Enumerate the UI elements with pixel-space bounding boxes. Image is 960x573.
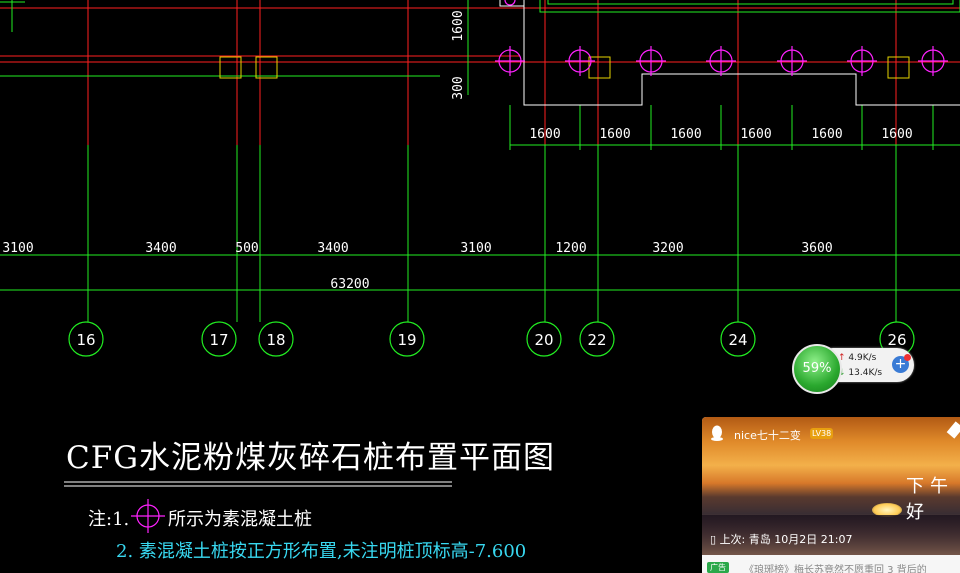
span-dim: 3600 bbox=[801, 241, 832, 256]
span-dim: 1200 bbox=[555, 241, 586, 256]
qq-penguin-icon bbox=[711, 425, 723, 441]
axis-bubbles bbox=[68, 321, 915, 357]
username: nice七十二变 bbox=[734, 429, 801, 442]
axis-label: 24 bbox=[728, 331, 747, 349]
title-underline bbox=[64, 481, 452, 487]
axis-label: 17 bbox=[209, 331, 228, 349]
top-dim-6: 1600 bbox=[881, 127, 912, 142]
greeting-text: 下午好 bbox=[906, 476, 954, 523]
span-dim: 3200 bbox=[652, 241, 683, 256]
note-1: 注:1. 所示为素混凝土桩 bbox=[88, 505, 312, 531]
phone-icon: ▯ bbox=[710, 533, 717, 546]
total-dim: 63200 bbox=[330, 277, 369, 292]
axis-label: 18 bbox=[266, 331, 285, 349]
square-piles bbox=[219, 56, 910, 79]
top-dim-3: 1600 bbox=[670, 127, 701, 142]
edit-pen-icon[interactable] bbox=[946, 421, 960, 439]
span-dim: 3100 bbox=[460, 241, 491, 256]
last-login-text: 上次: 青岛 10月2日 21:07 bbox=[719, 533, 853, 546]
upload-value: 4.9K/s bbox=[848, 353, 877, 363]
qq-login-popup[interactable]: nice七十二变 LV38 下午好 ▯ 上次: 青岛 10月2日 21:07 广… bbox=[702, 417, 960, 573]
network-speed-widget[interactable]: ↑ 4.9K/s ↓ 13.4K/s + 59% bbox=[792, 344, 916, 394]
span-dimension-texts: 3100 3400 500 3400 3100 1200 3200 3600 6… bbox=[2, 241, 832, 292]
top-dim-5: 1600 bbox=[811, 127, 842, 142]
vert-dim-300: 300 bbox=[451, 76, 466, 99]
vertical-dimension-texts: 1600 300 bbox=[451, 10, 466, 99]
top-dim-4: 1600 bbox=[740, 127, 771, 142]
span-dim: 3400 bbox=[317, 241, 348, 256]
top-dim-2: 1600 bbox=[599, 127, 630, 142]
notification-dot bbox=[904, 354, 911, 361]
ad-text[interactable]: 《琅琊榜》梅长苏竟然不愿重回 3 背后的 bbox=[744, 561, 927, 573]
note-1-label: 注:1. bbox=[88, 509, 130, 530]
note-2: 2. 素混凝土桩按正方形布置,未注明桩顶标高-7.600 bbox=[116, 541, 527, 562]
top-dim-1: 1600 bbox=[529, 127, 560, 142]
upload-speed: ↑ 4.9K/s bbox=[838, 353, 876, 363]
legend-pile-icon bbox=[131, 499, 165, 533]
download-value: 13.4K/s bbox=[848, 368, 883, 378]
download-speed: ↓ 13.4K/s bbox=[838, 368, 882, 378]
last-login-info: ▯ 上次: 青岛 10月2日 21:07 bbox=[710, 531, 852, 547]
drawing-title: CFG水泥粉煤灰碎石桩布置平面图 bbox=[66, 440, 555, 476]
dimension-lines bbox=[0, 0, 960, 322]
cfg-piles bbox=[495, 0, 948, 76]
axis-label: 19 bbox=[397, 331, 416, 349]
axis-labels: 16 17 18 19 20 22 24 26 bbox=[76, 331, 906, 349]
span-dim: 500 bbox=[235, 241, 258, 256]
span-dim: 3400 bbox=[145, 241, 176, 256]
axis-label: 22 bbox=[587, 331, 606, 349]
vert-dim-1600: 1600 bbox=[451, 10, 466, 41]
foundation-outline bbox=[499, 0, 960, 106]
level-badge: LV38 bbox=[810, 428, 834, 439]
ad-tag: 广告 bbox=[707, 562, 729, 573]
popup-header: nice七十二变 LV38 bbox=[702, 417, 960, 451]
span-dim: 3100 bbox=[2, 241, 33, 256]
axis-label: 20 bbox=[534, 331, 553, 349]
note-1-text: 所示为素混凝土桩 bbox=[168, 509, 312, 530]
ad-bar[interactable]: 广告 《琅琊榜》梅长苏竟然不愿重回 3 背后的 bbox=[702, 560, 960, 573]
memory-usage-ball[interactable]: 59% bbox=[792, 344, 842, 394]
grid-lines bbox=[0, 0, 960, 145]
axis-label: 16 bbox=[76, 331, 95, 349]
